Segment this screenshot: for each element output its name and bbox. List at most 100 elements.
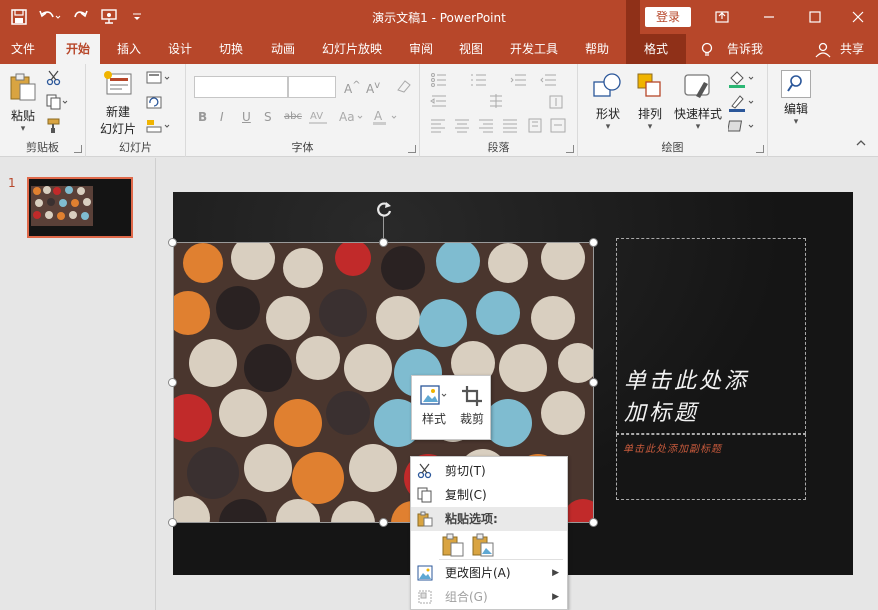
svg-text:AV: AV bbox=[310, 111, 323, 122]
paste-dropdown-icon[interactable]: ▾ bbox=[6, 124, 40, 134]
contextual-tab-marker bbox=[626, 0, 640, 34]
tab-home[interactable]: 开始 bbox=[56, 34, 100, 64]
slide-thumbnail-pane: 1 bbox=[0, 158, 156, 610]
tab-transitions[interactable]: 切换 bbox=[211, 34, 251, 64]
paste-as-picture-icon[interactable] bbox=[471, 533, 495, 557]
italic-button[interactable]: I bbox=[220, 110, 224, 124]
shapes-dropdown-icon[interactable]: ▾ bbox=[588, 122, 628, 132]
save-icon[interactable] bbox=[8, 6, 30, 28]
presenter-icon[interactable] bbox=[98, 6, 120, 28]
shape-fill-icon[interactable] bbox=[728, 70, 756, 88]
shape-effects-icon[interactable] bbox=[727, 118, 756, 134]
share-button[interactable]: 共享 bbox=[832, 34, 872, 64]
change-case-icon[interactable]: Aa bbox=[338, 108, 364, 129]
resize-handle-sw[interactable] bbox=[168, 518, 177, 527]
rotate-handle-icon[interactable] bbox=[373, 198, 395, 220]
title-bar: 演示文稿1 - PowerPoint 登录 bbox=[0, 0, 878, 34]
quick-styles-button[interactable]: 快速样式 ▾ bbox=[670, 72, 726, 132]
format-painter-icon[interactable] bbox=[46, 118, 64, 134]
menu-item-copy[interactable]: 复制(C) bbox=[411, 483, 567, 507]
resize-handle-w[interactable] bbox=[168, 378, 177, 387]
svg-text:Aa: Aa bbox=[339, 110, 355, 124]
new-slide-button[interactable]: 新建 幻灯片 bbox=[94, 70, 142, 137]
drawing-launcher-icon[interactable] bbox=[756, 145, 764, 153]
resize-handle-e[interactable] bbox=[589, 378, 598, 387]
tab-help[interactable]: 帮助 bbox=[577, 34, 617, 64]
font-launcher-icon[interactable] bbox=[408, 145, 416, 153]
customize-qat-icon[interactable] bbox=[126, 6, 148, 28]
resize-handle-n[interactable] bbox=[379, 238, 388, 247]
reset-slide-icon[interactable] bbox=[146, 94, 164, 110]
clipboard-group-label: 剪贴板 bbox=[26, 141, 59, 154]
paste-icon bbox=[6, 72, 40, 105]
cut-icon[interactable] bbox=[46, 70, 64, 86]
redo-icon[interactable] bbox=[70, 6, 92, 28]
menu-item-group[interactable]: 组合(G) ▶ bbox=[411, 585, 567, 609]
clipboard-launcher-icon[interactable] bbox=[74, 145, 82, 153]
subtitle-text[interactable]: 单击此处添加副标题 bbox=[623, 440, 722, 455]
tab-developer[interactable]: 开发工具 bbox=[503, 34, 565, 64]
arrange-icon bbox=[632, 72, 668, 103]
paste-icon bbox=[417, 511, 433, 527]
font-color-icon[interactable]: A bbox=[372, 108, 400, 129]
minimize-icon[interactable] bbox=[746, 0, 792, 34]
collapse-ribbon-icon[interactable] bbox=[856, 136, 866, 150]
tab-insert[interactable]: 插入 bbox=[109, 34, 149, 64]
title-text[interactable]: 单击此处添 加标题 bbox=[624, 366, 804, 430]
edit-dropdown-icon[interactable]: ▾ bbox=[778, 117, 814, 127]
shadow-button[interactable]: S bbox=[264, 110, 272, 124]
tab-animations[interactable]: 动画 bbox=[263, 34, 303, 64]
slides-group: 新建 幻灯片 幻灯片 bbox=[86, 64, 186, 157]
maximize-icon[interactable] bbox=[792, 0, 838, 34]
menu-item-change-picture[interactable]: 更改图片(A) ▶ bbox=[411, 561, 567, 585]
arrange-button[interactable]: 排列 ▾ bbox=[632, 72, 668, 132]
ribbon-tabs: 文件 开始 插入 设计 切换 动画 幻灯片放映 审阅 视图 开发工具 帮助 格式… bbox=[0, 34, 878, 64]
copy-icon[interactable] bbox=[46, 94, 68, 110]
crop-button[interactable]: 裁剪 bbox=[454, 380, 490, 436]
resize-handle-ne[interactable] bbox=[589, 238, 598, 247]
resize-handle-s[interactable] bbox=[379, 518, 388, 527]
shrink-font-icon[interactable]: Av bbox=[366, 80, 380, 96]
close-icon[interactable] bbox=[835, 0, 878, 34]
resize-handle-nw[interactable] bbox=[168, 238, 177, 247]
menu-item-cut[interactable]: 剪切(T) bbox=[411, 459, 567, 483]
ribbon-display-options-icon[interactable] bbox=[699, 0, 745, 34]
paragraph-launcher-icon[interactable] bbox=[566, 145, 574, 153]
menu-item-paste-options: 粘贴选项: bbox=[411, 507, 567, 531]
undo-icon[interactable] bbox=[36, 6, 64, 28]
menu-item-cut-label: 剪切(T) bbox=[445, 464, 486, 478]
font-size-dropdown[interactable] bbox=[288, 76, 336, 98]
picture-style-button[interactable]: 样式 bbox=[416, 380, 452, 436]
tab-slideshow[interactable]: 幻灯片放映 bbox=[314, 34, 390, 64]
shapes-button[interactable]: 形状 ▾ bbox=[588, 72, 628, 132]
tab-design[interactable]: 设计 bbox=[160, 34, 200, 64]
quick-styles-dropdown-icon[interactable]: ▾ bbox=[670, 122, 726, 132]
crop-label: 裁剪 bbox=[459, 412, 484, 426]
paragraph-group-label: 段落 bbox=[487, 141, 510, 154]
arrange-dropdown-icon[interactable]: ▾ bbox=[632, 122, 668, 132]
tab-view[interactable]: 视图 bbox=[451, 34, 491, 64]
paste-button[interactable]: 粘贴 ▾ bbox=[6, 72, 40, 134]
tab-review[interactable]: 审阅 bbox=[401, 34, 441, 64]
tab-format[interactable]: 格式 bbox=[626, 34, 686, 64]
resize-handle-se[interactable] bbox=[589, 518, 598, 527]
editing-group: 编辑 ▾ bbox=[768, 64, 824, 157]
char-spacing-icon[interactable]: AV bbox=[308, 108, 332, 129]
grow-font-icon[interactable]: A^ bbox=[344, 80, 361, 96]
section-icon[interactable] bbox=[146, 118, 172, 134]
tell-me-search[interactable]: 告诉我 bbox=[722, 34, 768, 64]
shape-outline-icon[interactable] bbox=[728, 94, 756, 112]
clear-format-icon[interactable] bbox=[396, 78, 412, 97]
strikethrough-button[interactable]: abc bbox=[284, 111, 302, 122]
tab-file[interactable]: 文件 bbox=[4, 34, 42, 64]
font-name-dropdown[interactable] bbox=[194, 76, 288, 98]
edit-button[interactable]: 编辑 ▾ bbox=[778, 70, 814, 127]
underline-button[interactable]: U bbox=[242, 110, 251, 124]
clipboard-group: 粘贴 ▾ 剪贴板 bbox=[0, 64, 86, 157]
login-button[interactable]: 登录 bbox=[645, 7, 691, 27]
slide-thumbnail[interactable] bbox=[27, 177, 133, 238]
quick-styles-label: 快速样式 bbox=[673, 107, 722, 121]
bold-button[interactable]: B bbox=[198, 110, 207, 124]
paste-keep-formatting-icon[interactable] bbox=[441, 533, 465, 557]
layout-icon[interactable] bbox=[146, 70, 172, 86]
